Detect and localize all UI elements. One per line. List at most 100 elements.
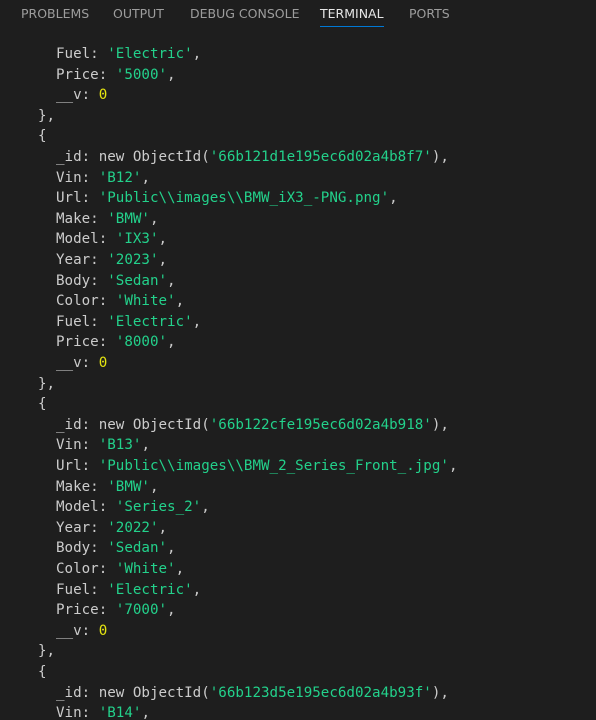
code-token: ), <box>431 684 449 701</box>
code-token: Body: <box>56 540 108 557</box>
code-token: Vin: <box>56 169 99 186</box>
terminal-line: Color: 'White', <box>56 559 184 580</box>
terminal-line: Url: 'Public\\images\\BMW_iX3_-PNG.png', <box>56 188 398 209</box>
code-token: , <box>167 540 176 557</box>
terminal-line: Vin: 'B14', <box>56 703 150 720</box>
terminal-line: Fuel: 'Electric', <box>56 312 201 333</box>
code-token: Fuel: <box>56 46 108 62</box>
code-token: Make: <box>56 478 108 495</box>
string-value: '66b123d5e195ec6d02a4b93f' <box>209 684 432 701</box>
code-token: _id: new ObjectId( <box>56 684 210 701</box>
terminal-line: Body: 'Sedan', <box>56 271 176 292</box>
code-token: , <box>175 561 185 577</box>
terminal-line: Price: '7000', <box>56 600 176 621</box>
string-value: 'B14' <box>98 705 142 720</box>
terminal-line: Url: 'Public\\images\\BMW_2_Series_Front… <box>56 456 457 477</box>
code-token: , <box>149 210 159 227</box>
code-token: , <box>167 272 176 289</box>
string-value: 'Sedan' <box>107 272 168 289</box>
code-token: , <box>158 519 168 536</box>
tab-terminal[interactable]: TERMINAL <box>320 6 384 27</box>
code-token: _id: new ObjectId( <box>56 416 210 433</box>
string-value: '2023' <box>107 252 159 268</box>
string-value: 'B13' <box>98 437 142 454</box>
code-token: , <box>192 581 202 598</box>
number-value: 0 <box>98 622 108 639</box>
terminal-line: __v: 0 <box>56 353 107 374</box>
string-value: 'IX3' <box>115 231 159 248</box>
code-token: , <box>448 458 458 474</box>
string-value: 'BMW' <box>107 478 150 495</box>
string-value: '8000' <box>115 334 168 351</box>
string-value: '5000' <box>115 66 168 83</box>
code-token: { <box>38 128 47 145</box>
terminal-line: _id: new ObjectId('66b123d5e195ec6d02a4b… <box>56 683 449 704</box>
tab-ports[interactable]: PORTS <box>409 6 450 22</box>
code-token: }, <box>38 643 56 660</box>
tab-problems[interactable]: PROBLEMS <box>21 6 89 22</box>
string-value: '7000' <box>115 602 168 619</box>
code-token: Color: <box>56 561 116 577</box>
code-token: Vin: <box>56 705 99 720</box>
code-token: Color: <box>56 293 116 310</box>
string-value: 'Series_2' <box>115 499 202 516</box>
tab-output[interactable]: OUTPUT <box>113 6 164 22</box>
string-value: 'White' <box>115 293 176 310</box>
code-token: Model: <box>56 231 116 248</box>
terminal-line: Vin: 'B12', <box>56 168 150 189</box>
tab-debug-console[interactable]: DEBUG CONSOLE <box>190 6 299 22</box>
string-value: 'Electric' <box>107 46 193 62</box>
code-token: ), <box>431 416 449 433</box>
code-token: Url: <box>56 190 99 207</box>
terminal-line: Price: '5000', <box>56 65 176 86</box>
terminal-line: _id: new ObjectId('66b121d1e195ec6d02a4b… <box>56 147 449 168</box>
string-value: 'Public\\images\\BMW_2_Series_Front_.jpg… <box>98 458 449 474</box>
terminal-line: Model: 'IX3', <box>56 229 167 250</box>
code-token: Model: <box>56 499 116 516</box>
code-token: , <box>167 602 176 619</box>
code-token: Url: <box>56 458 99 474</box>
terminal-line: Fuel: 'Electric', <box>56 44 201 65</box>
code-token: }, <box>38 375 56 392</box>
code-token: , <box>389 190 398 207</box>
code-token: , <box>158 252 168 268</box>
code-token: , <box>141 169 150 186</box>
terminal-line: Body: 'Sedan', <box>56 538 176 559</box>
terminal-line: Price: '8000', <box>56 332 176 353</box>
string-value: 'BMW' <box>107 210 150 227</box>
string-value: '2022' <box>107 519 159 536</box>
terminal-line: { <box>38 126 47 147</box>
string-value: 'Sedan' <box>107 540 168 557</box>
terminal-line: __v: 0 <box>56 85 107 106</box>
terminal-line: Vin: 'B13', <box>56 435 150 456</box>
code-token: ), <box>431 149 449 165</box>
string-value: 'White' <box>115 561 176 577</box>
code-token: Fuel: <box>56 313 108 330</box>
string-value: '66b121d1e195ec6d02a4b8f7' <box>209 149 432 165</box>
terminal-output[interactable]: Fuel: 'Electric', Price: '5000', __v: 0},{… <box>0 30 596 720</box>
terminal-line: Fuel: 'Electric', <box>56 580 201 601</box>
code-token: Fuel: <box>56 581 108 598</box>
terminal-line: Make: 'BMW', <box>56 477 159 498</box>
terminal-line: Year: '2022', <box>56 518 167 539</box>
code-token: , <box>141 705 150 720</box>
number-value: 0 <box>98 87 108 104</box>
terminal-line: }, <box>38 106 55 127</box>
string-value: '66b122cfe195ec6d02a4b918' <box>209 416 432 433</box>
string-value: 'Electric' <box>107 313 193 330</box>
code-token: __v: <box>56 355 99 371</box>
terminal-line: { <box>38 662 47 683</box>
code-token: __v: <box>56 622 99 639</box>
string-value: 'Public\\images\\BMW_iX3_-PNG.png' <box>98 190 390 207</box>
code-token: , <box>175 293 185 310</box>
terminal-line: _id: new ObjectId('66b122cfe195ec6d02a4b… <box>56 415 449 436</box>
code-token: Make: <box>56 210 108 227</box>
code-token: , <box>201 499 210 516</box>
code-token: , <box>141 437 150 454</box>
terminal-line: Make: 'BMW', <box>56 209 159 230</box>
code-token: , <box>167 66 176 83</box>
terminal-line: Color: 'White', <box>56 291 184 312</box>
code-token: Price: <box>56 66 116 83</box>
code-token: , <box>167 334 176 351</box>
terminal-line: }, <box>38 374 55 395</box>
